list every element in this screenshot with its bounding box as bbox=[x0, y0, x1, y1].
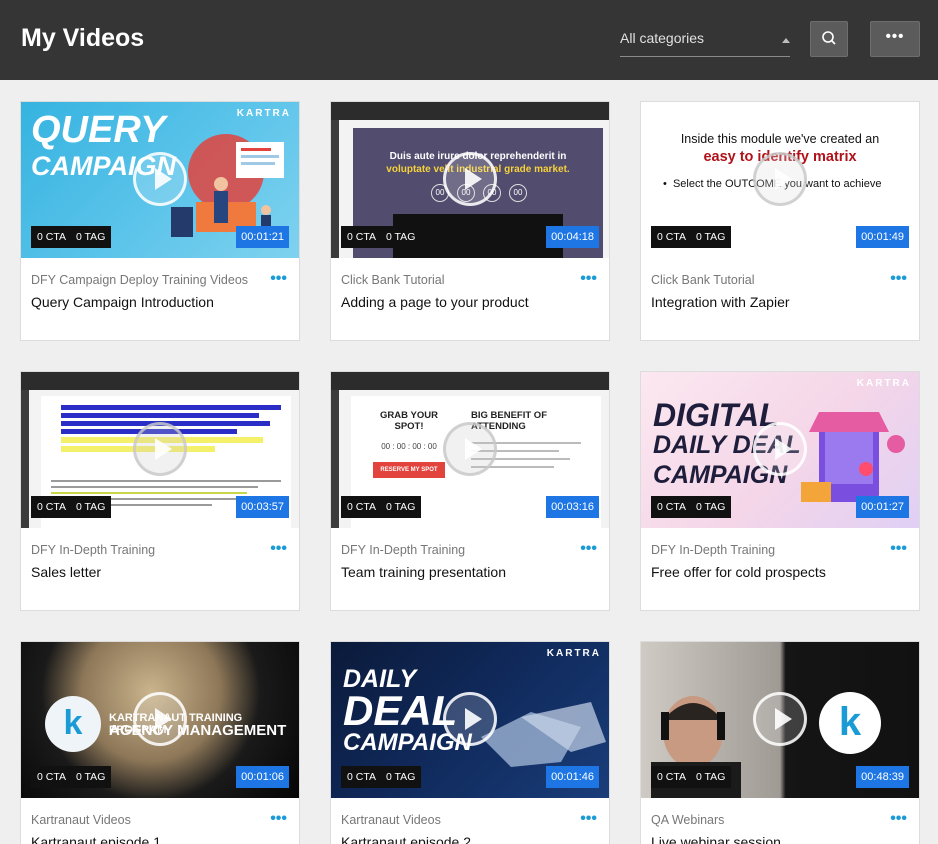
video-card[interactable]: k 0 CTA 0 TAG 00:48:39 QA Webinars Live w… bbox=[640, 641, 920, 844]
video-thumbnail[interactable]: k 0 CTA 0 TAG 00:48:39 bbox=[641, 642, 919, 798]
card-options-icon[interactable]: ••• bbox=[890, 811, 907, 827]
video-thumbnail[interactable]: k KARTRANAUT TRAINING PROGRAM AGENCY MAN… bbox=[21, 642, 299, 798]
video-title[interactable]: Team training presentation bbox=[341, 564, 506, 580]
kartra-k-logo-icon: k bbox=[819, 692, 881, 754]
search-button[interactable] bbox=[810, 21, 848, 57]
duration-badge: 00:04:18 bbox=[546, 226, 599, 248]
more-options-button[interactable]: ••• bbox=[870, 21, 920, 57]
video-thumbnail[interactable]: KARTRA DIGITAL DAILY DEAL CAMPAIGN 0 CTA… bbox=[641, 372, 919, 528]
play-icon[interactable] bbox=[753, 152, 807, 206]
video-title[interactable]: Kartranaut episode 1 bbox=[31, 834, 161, 844]
card-options-icon[interactable]: ••• bbox=[270, 271, 287, 287]
cta-tag-badge: 0 CTA 0 TAG bbox=[651, 766, 732, 788]
search-icon bbox=[822, 31, 836, 45]
duration-badge: 00:03:57 bbox=[236, 496, 289, 518]
video-card[interactable]: KARTRA DIGITAL DAILY DEAL CAMPAIGN 0 CTA… bbox=[640, 371, 920, 611]
video-title[interactable]: Kartranaut episode 2 bbox=[341, 834, 471, 844]
dropdown-arrow-icon bbox=[782, 38, 790, 43]
card-options-icon[interactable]: ••• bbox=[890, 271, 907, 287]
cta-tag-badge: 0 CTA 0 TAG bbox=[341, 226, 422, 248]
card-options-icon[interactable]: ••• bbox=[580, 271, 597, 287]
video-title[interactable]: Free offer for cold prospects bbox=[651, 564, 826, 580]
duration-badge: 00:01:06 bbox=[236, 766, 289, 788]
video-thumbnail[interactable]: GRAB YOUR SPOT! 00 : 00 : 00 : 00 RESERV… bbox=[331, 372, 609, 528]
card-options-icon[interactable]: ••• bbox=[890, 541, 907, 557]
top-bar: My Videos All categories ••• bbox=[0, 0, 938, 80]
video-title[interactable]: Query Campaign Introduction bbox=[31, 294, 214, 310]
video-title[interactable]: Live webinar session bbox=[651, 834, 781, 844]
play-icon[interactable] bbox=[443, 422, 497, 476]
video-thumbnail[interactable]: Inside this module we've created an easy… bbox=[641, 102, 919, 258]
video-card[interactable]: KARTRA QUERY CAMPAIGN 0 CTA 0 TAG 00:01:2… bbox=[20, 101, 300, 341]
video-category: DFY In-Depth Training bbox=[341, 543, 466, 557]
video-card[interactable]: Inside this module we've created an easy… bbox=[640, 101, 920, 341]
video-category: DFY In-Depth Training bbox=[651, 543, 776, 557]
play-icon[interactable] bbox=[753, 422, 807, 476]
cta-tag-badge: 0 CTA 0 TAG bbox=[31, 496, 112, 518]
kartra-k-logo-icon: k bbox=[45, 696, 101, 752]
card-options-icon[interactable]: ••• bbox=[580, 811, 597, 827]
duration-badge: 00:01:21 bbox=[236, 226, 289, 248]
play-icon[interactable] bbox=[753, 692, 807, 746]
thumb-text: RESERVE MY SPOT bbox=[373, 462, 445, 478]
video-category: Click Bank Tutorial bbox=[341, 273, 445, 287]
duration-badge: 00:01:49 bbox=[856, 226, 909, 248]
thumb-text: GRAB YOUR SPOT! bbox=[380, 410, 438, 432]
video-category: DFY In-Depth Training bbox=[31, 543, 156, 557]
play-icon[interactable] bbox=[133, 152, 187, 206]
video-thumbnail[interactable]: Duis aute irure dolor reprehenderit in v… bbox=[331, 102, 609, 258]
video-card[interactable]: k KARTRANAUT TRAINING PROGRAM AGENCY MAN… bbox=[20, 641, 300, 844]
cta-tag-badge: 0 CTA 0 TAG bbox=[651, 226, 732, 248]
play-icon[interactable] bbox=[133, 422, 187, 476]
video-category: DFY Campaign Deploy Training Videos bbox=[31, 273, 249, 287]
video-title[interactable]: Sales letter bbox=[31, 564, 101, 580]
video-card[interactable]: 0 CTA 0 TAG 00:03:57 DFY In-Depth Trainin… bbox=[20, 371, 300, 611]
video-category: Click Bank Tutorial bbox=[651, 273, 755, 287]
cta-tag-badge: 0 CTA 0 TAG bbox=[341, 496, 422, 518]
page-title: My Videos bbox=[21, 24, 145, 52]
category-select[interactable]: All categories bbox=[620, 24, 790, 57]
play-icon[interactable] bbox=[443, 152, 497, 206]
video-category: Kartranaut Videos bbox=[341, 813, 441, 827]
video-thumbnail[interactable]: 0 CTA 0 TAG 00:03:57 bbox=[21, 372, 299, 528]
thumb-text: Inside this module we've created an bbox=[680, 132, 880, 146]
video-thumbnail[interactable]: KARTRA DAILY DEAL CAMPAIGN 0 CTA 0 TAG 00… bbox=[331, 642, 609, 798]
cta-tag-badge: 0 CTA 0 TAG bbox=[31, 226, 112, 248]
cta-tag-badge: 0 CTA 0 TAG bbox=[31, 766, 112, 788]
category-select-value: All categories bbox=[620, 30, 705, 46]
card-options-icon[interactable]: ••• bbox=[270, 541, 287, 557]
play-icon[interactable] bbox=[133, 692, 187, 746]
duration-badge: 00:01:46 bbox=[546, 766, 599, 788]
cta-tag-badge: 0 CTA 0 TAG bbox=[341, 766, 422, 788]
video-category: Kartranaut Videos bbox=[31, 813, 131, 827]
video-category: QA Webinars bbox=[651, 813, 725, 827]
card-options-icon[interactable]: ••• bbox=[270, 811, 287, 827]
duration-badge: 00:03:16 bbox=[546, 496, 599, 518]
video-card[interactable]: KARTRA DAILY DEAL CAMPAIGN 0 CTA 0 TAG 00… bbox=[330, 641, 610, 844]
video-title[interactable]: Integration with Zapier bbox=[651, 294, 790, 310]
video-thumbnail[interactable]: KARTRA QUERY CAMPAIGN 0 CTA 0 TAG 00:01:2… bbox=[21, 102, 299, 258]
duration-badge: 00:01:27 bbox=[856, 496, 909, 518]
duration-badge: 00:48:39 bbox=[856, 766, 909, 788]
video-card[interactable]: Duis aute irure dolor reprehenderit in v… bbox=[330, 101, 610, 341]
cta-tag-badge: 0 CTA 0 TAG bbox=[651, 496, 732, 518]
card-options-icon[interactable]: ••• bbox=[580, 541, 597, 557]
video-card[interactable]: GRAB YOUR SPOT! 00 : 00 : 00 : 00 RESERV… bbox=[330, 371, 610, 611]
video-title[interactable]: Adding a page to your product bbox=[341, 294, 529, 310]
play-icon[interactable] bbox=[443, 692, 497, 746]
